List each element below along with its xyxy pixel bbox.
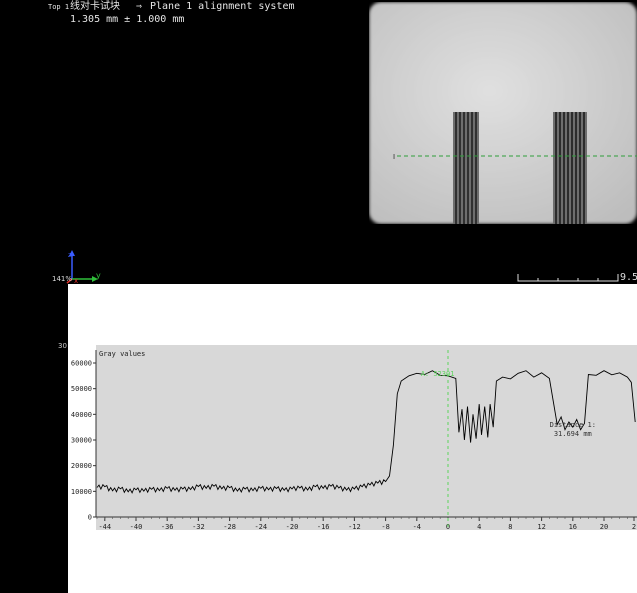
- chart-annotation: 31.694 mm: [554, 430, 592, 438]
- x-tick-label: -44: [98, 523, 111, 531]
- scale-bar: [517, 274, 619, 282]
- x-tick-label: 8: [508, 523, 512, 531]
- x-tick-label: 2: [632, 523, 636, 531]
- y-axis-label: y: [96, 271, 101, 280]
- y-tick-label: 40000: [71, 411, 92, 419]
- x-tick-label: 12: [537, 523, 545, 531]
- x-axis-label: x: [74, 277, 78, 284]
- line-pair-group-right: [553, 112, 587, 224]
- view-label: Top 1: [48, 3, 70, 11]
- x-tick-label: -28: [223, 523, 236, 531]
- x-tick-label: 20: [600, 523, 608, 531]
- y-tick-label: 0: [88, 514, 92, 522]
- y-tick-label: 30000: [71, 437, 92, 445]
- y-tick-label: 10000: [71, 488, 92, 496]
- x-tick-label: -8: [381, 523, 389, 531]
- x-tick-label: -12: [348, 523, 361, 531]
- y-tick-label: 20000: [71, 462, 92, 470]
- chart-annotation: A: 52301: [421, 370, 455, 378]
- x-tick-label: -20: [286, 523, 299, 531]
- profile-line-marker: I: [393, 153, 395, 161]
- measurement-readout: 1.305 mm ± 1.000 mm: [70, 14, 185, 25]
- xray-image[interactable]: I: [369, 2, 637, 224]
- x-tick-label: -16: [317, 523, 330, 531]
- x-tick-label: -4: [413, 523, 421, 531]
- y-tick-label: 60000: [71, 360, 92, 368]
- scale-label: 9.5: [620, 272, 637, 283]
- chart-title: Gray values: [99, 350, 145, 358]
- image-viewport[interactable]: Top 1 线对卡试块 ⇒ Plane 1 alignment system 1…: [0, 0, 637, 284]
- line-pair-group-left: [453, 112, 479, 224]
- x-tick-label: -36: [161, 523, 174, 531]
- x-tick-label: -24: [254, 523, 267, 531]
- ruler-label: 30: [58, 342, 67, 350]
- z-axis-label: z: [68, 251, 72, 259]
- arrow-icon: ⇒: [136, 1, 143, 12]
- y-tick-label: 50000: [71, 385, 92, 393]
- chart-annotation: Distance 1:: [550, 421, 596, 429]
- zoom-level: 141%: [52, 275, 73, 283]
- x-tick-label: -32: [192, 523, 205, 531]
- sample-title: 线对卡试块: [70, 1, 120, 12]
- x-tick-label: -40: [130, 523, 143, 531]
- x-tick-label: 16: [569, 523, 577, 531]
- alignment-label: Plane 1 alignment system: [150, 1, 295, 12]
- x-tick-label: 4: [477, 523, 481, 531]
